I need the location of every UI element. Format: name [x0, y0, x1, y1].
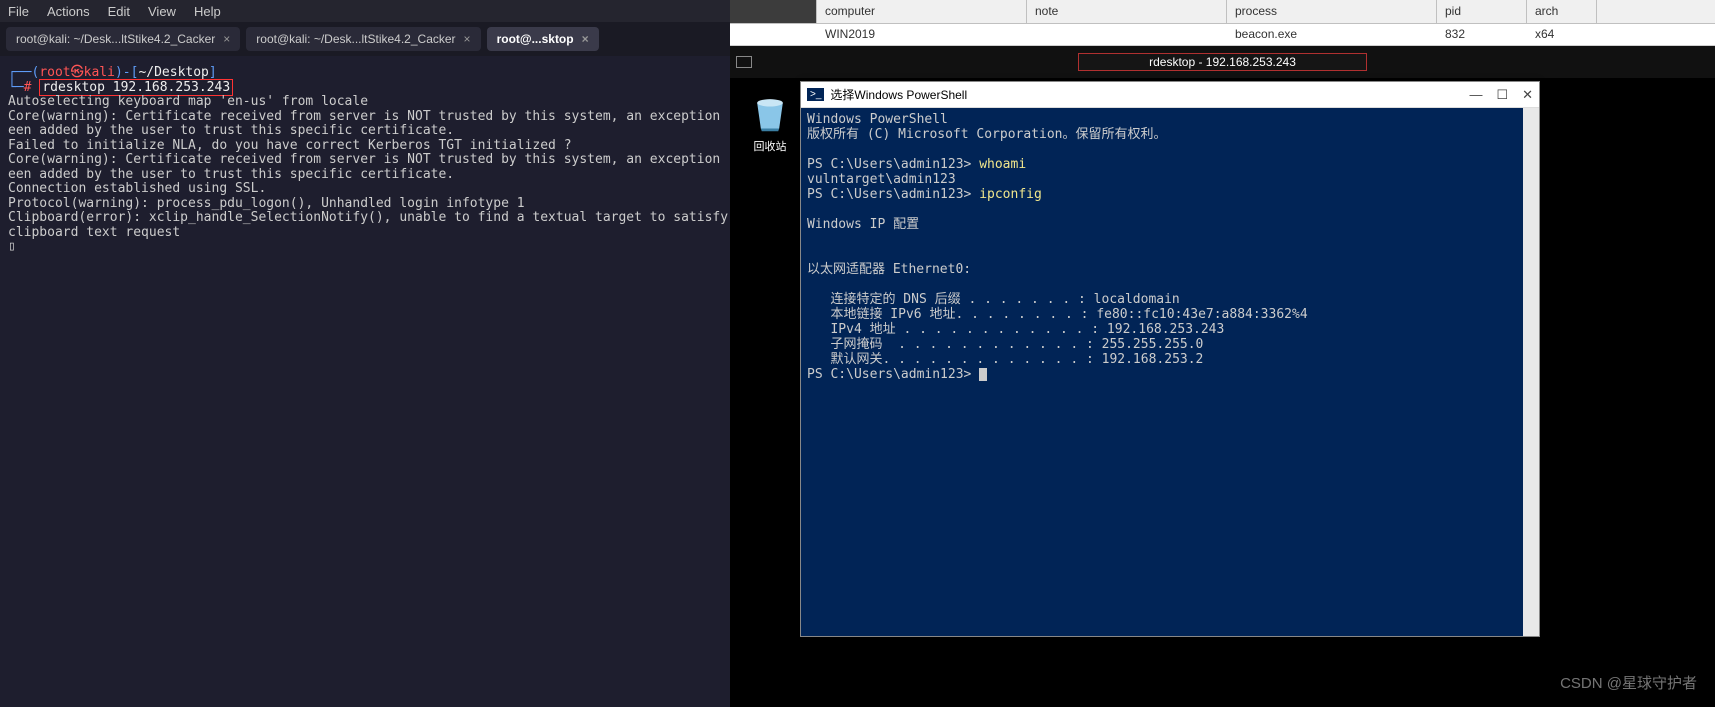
- right-pane: computer note process pid arch WIN2019 b…: [730, 0, 1715, 707]
- ps-body[interactable]: Windows PowerShell 版权所有 (C) Microsoft Co…: [801, 108, 1523, 636]
- term-line: Core(warning): Certificate received from…: [8, 109, 720, 124]
- scrollbar[interactable]: [1523, 108, 1539, 636]
- tab-1[interactable]: root@kali: ~/Desk...ltStike4.2_Cacker ×: [6, 27, 240, 51]
- cell-process: beacon.exe: [1227, 24, 1437, 45]
- ps-line: 默认网关. . . . . . . . . . . . . : 192.168.…: [807, 352, 1203, 367]
- ps-line: IPv4 地址 . . . . . . . . . . . . : 192.16…: [807, 322, 1224, 337]
- term-line: Core(warning): Certificate received from…: [8, 152, 720, 167]
- ps-line: Windows IP 配置: [807, 217, 919, 232]
- cell-arch: x64: [1527, 24, 1597, 45]
- term-line: Connection established using SSL.: [8, 181, 266, 196]
- ps-line: 以太网适配器 Ethernet0:: [807, 262, 971, 277]
- tab-label: root@kali: ~/Desk...ltStike4.2_Cacker: [256, 32, 455, 46]
- tab-2[interactable]: root@kali: ~/Desk...ltStike4.2_Cacker ×: [246, 27, 480, 51]
- menu-file[interactable]: File: [8, 4, 29, 19]
- ps-cmd: whoami: [979, 157, 1026, 172]
- menu-actions[interactable]: Actions: [47, 4, 90, 19]
- term-line: een added by the user to trust this spec…: [8, 167, 454, 182]
- ps-prompt: PS C:\Users\admin123>: [807, 157, 979, 172]
- cursor-icon: [979, 368, 987, 381]
- tab-bar: root@kali: ~/Desk...ltStike4.2_Cacker × r…: [0, 22, 730, 56]
- col-computer[interactable]: computer: [817, 0, 1027, 23]
- col-pid[interactable]: pid: [1437, 0, 1527, 23]
- window-controls: — ☐ ✕: [1469, 87, 1533, 103]
- recycle-bin[interactable]: 回收站: [742, 90, 798, 154]
- recycle-bin-icon: [748, 90, 792, 134]
- rdesktop-titlebar[interactable]: rdesktop - 192.168.253.243: [730, 46, 1715, 78]
- cell-computer: WIN2019: [817, 24, 1027, 45]
- ps-title-text: 选择Windows PowerShell: [830, 86, 967, 103]
- col-process[interactable]: process: [1227, 0, 1437, 23]
- ps-cmd: ipconfig: [979, 187, 1042, 202]
- close-icon[interactable]: ×: [464, 32, 471, 46]
- prompt-user: root: [39, 65, 70, 80]
- ps-prompt: PS C:\Users\admin123>: [807, 367, 979, 382]
- ps-line: 本地链接 IPv6 地址. . . . . . . . : fe80::fc10…: [807, 307, 1308, 322]
- rdesktop-title: rdesktop - 192.168.253.243: [1078, 53, 1367, 71]
- close-icon[interactable]: ×: [582, 32, 589, 46]
- window-icon: [736, 56, 752, 68]
- ps-line: vulntarget\admin123: [807, 172, 956, 187]
- tab-label: root@kali: ~/Desk...ltStike4.2_Cacker: [16, 32, 215, 46]
- ps-line: 版权所有 (C) Microsoft Corporation。保留所有权利。: [807, 127, 1167, 142]
- menu-bar: File Actions Edit View Help: [0, 0, 730, 22]
- ps-line: 连接特定的 DNS 后缀 . . . . . . . : localdomain: [807, 292, 1180, 307]
- table-row[interactable]: WIN2019 beacon.exe 832 x64: [730, 24, 1715, 46]
- header-spacer: [730, 0, 817, 23]
- cell-pid: 832: [1437, 24, 1527, 45]
- row-spacer: [730, 24, 817, 45]
- recycle-label: 回收站: [742, 138, 798, 154]
- term-line: Protocol(warning): process_pdu_logon(), …: [8, 196, 525, 211]
- menu-edit[interactable]: Edit: [108, 4, 130, 19]
- term-line: een added by the user to trust this spec…: [8, 123, 454, 138]
- cell-note: [1027, 24, 1227, 45]
- col-note[interactable]: note: [1027, 0, 1227, 23]
- term-line: Autoselecting keyboard map 'en-us' from …: [8, 94, 368, 109]
- ps-line: Windows PowerShell: [807, 112, 948, 127]
- maximize-button[interactable]: ☐: [1496, 87, 1508, 103]
- close-button[interactable]: ✕: [1522, 87, 1533, 103]
- col-arch[interactable]: arch: [1527, 0, 1597, 23]
- powershell-icon: >_: [807, 88, 824, 101]
- prompt-path: ~/Desktop: [138, 65, 208, 80]
- minimize-button[interactable]: —: [1469, 87, 1482, 103]
- kali-terminal-window: File Actions Edit View Help root@kali: ~…: [0, 0, 730, 707]
- tab-label: root@...sktop: [497, 32, 574, 46]
- process-table-header: computer note process pid arch: [730, 0, 1715, 24]
- ps-titlebar[interactable]: >_ 选择Windows PowerShell — ☐ ✕: [801, 82, 1539, 108]
- ps-prompt: PS C:\Users\admin123>: [807, 187, 979, 202]
- term-line: Failed to initialize NLA, do you have co…: [8, 138, 572, 153]
- watermark: CSDN @星球守护者: [1560, 672, 1697, 693]
- prompt-host: kali: [84, 65, 115, 80]
- terminal-body[interactable]: ┌──(root㉿kali)-[~/Desktop] └─# rdesktop …: [0, 56, 730, 707]
- tab-3[interactable]: root@...sktop ×: [487, 27, 599, 51]
- ps-line: 子网掩码 . . . . . . . . . . . . : 255.255.2…: [807, 337, 1203, 352]
- term-line: clipboard text request: [8, 225, 180, 240]
- close-icon[interactable]: ×: [223, 32, 230, 46]
- command-highlight: rdesktop 192.168.253.243: [39, 79, 233, 96]
- term-line: Clipboard(error): xclip_handle_Selection…: [8, 210, 728, 225]
- remote-desktop[interactable]: 回收站 >_ 选择Windows PowerShell — ☐ ✕ Window…: [730, 78, 1715, 707]
- menu-view[interactable]: View: [148, 4, 176, 19]
- menu-help[interactable]: Help: [194, 4, 221, 19]
- powershell-window[interactable]: >_ 选择Windows PowerShell — ☐ ✕ Windows Po…: [800, 81, 1540, 637]
